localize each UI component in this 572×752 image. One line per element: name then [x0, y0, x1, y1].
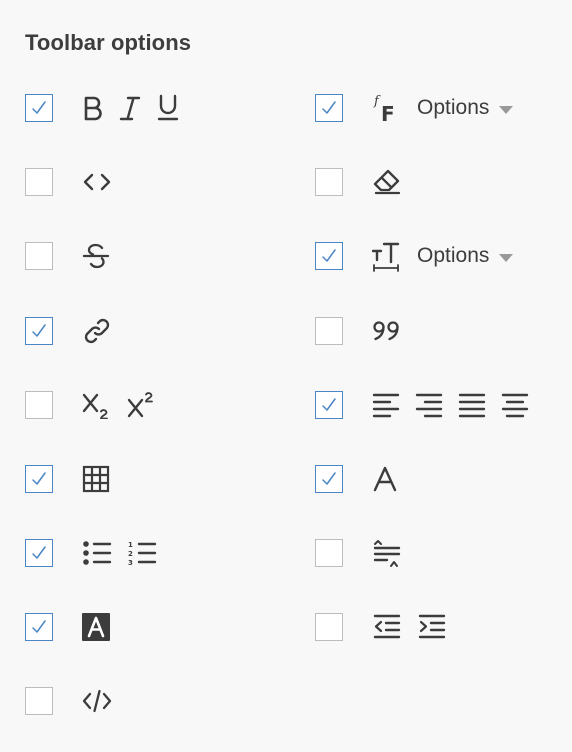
toolbar-options-panel: Toolbar options 1 2 3 f F Options Option…	[0, 0, 572, 752]
svg-text:1: 1	[128, 541, 133, 549]
checkbox-highlight[interactable]	[25, 613, 53, 641]
svg-text:f: f	[373, 94, 381, 109]
chevron-down-icon	[499, 244, 514, 268]
checkmark-icon	[32, 546, 46, 559]
indent-icon	[417, 613, 447, 641]
option-row-clear-format	[315, 167, 417, 197]
option-row-lists: 123	[25, 538, 172, 568]
font-family-options-dropdown[interactable]: Options	[417, 96, 514, 120]
align-center-icon	[501, 392, 529, 418]
italic-icon	[119, 95, 141, 121]
option-row-strikethrough	[25, 241, 125, 271]
checkmark-icon	[322, 472, 336, 485]
link-icon	[82, 316, 112, 346]
bulleted-list-icon	[82, 539, 112, 567]
align-justify-icon	[458, 392, 486, 418]
svg-text:2: 2	[128, 550, 133, 558]
checkmark-icon	[32, 101, 46, 114]
option-row-font-family: fF Options	[315, 93, 514, 123]
panel-title: Toolbar options	[25, 30, 192, 55]
option-row-blockquote	[315, 316, 417, 346]
subscript-icon	[82, 391, 112, 419]
strikethrough-icon	[82, 242, 110, 270]
checkbox-lists[interactable]	[25, 539, 53, 567]
checkmark-icon	[322, 101, 336, 114]
font-size-icon	[372, 240, 400, 272]
checkbox-strikethrough[interactable]	[25, 242, 53, 270]
option-row-sub-superscript	[25, 390, 172, 420]
text-color-icon	[372, 465, 398, 493]
checkbox-blockquote[interactable]	[315, 317, 343, 345]
option-row-code	[25, 167, 127, 197]
checkbox-link[interactable]	[25, 317, 53, 345]
checkbox-font-family[interactable]	[315, 94, 343, 122]
option-row-font-size: Options	[315, 240, 514, 272]
font-family-icon: fF	[372, 93, 400, 123]
checkbox-code[interactable]	[25, 168, 53, 196]
outdent-icon	[372, 613, 402, 641]
checkbox-basic-formatting[interactable]	[25, 94, 53, 122]
code-icon	[82, 171, 112, 193]
chevron-down-icon	[499, 96, 514, 120]
checkbox-text-color[interactable]	[315, 465, 343, 493]
checkmark-icon	[32, 472, 46, 485]
svg-text:3: 3	[128, 559, 133, 567]
checkbox-indentation[interactable]	[315, 613, 343, 641]
checkbox-line-height[interactable]	[315, 539, 343, 567]
option-row-table	[25, 464, 125, 494]
checkbox-clear-format[interactable]	[315, 168, 343, 196]
align-left-icon	[372, 392, 400, 418]
checkbox-sub-superscript[interactable]	[25, 391, 53, 419]
superscript-icon	[127, 391, 157, 419]
checkmark-icon	[32, 620, 46, 633]
font-family-options-label: Options	[417, 96, 490, 119]
option-row-alignment	[315, 390, 544, 420]
table-icon	[82, 465, 110, 493]
checkbox-alignment[interactable]	[315, 391, 343, 419]
quote-icon	[372, 318, 402, 344]
source-code-icon	[82, 688, 112, 714]
line-height-icon	[372, 538, 402, 568]
svg-text:F: F	[381, 102, 395, 123]
option-row-text-color	[315, 464, 413, 494]
option-row-indentation	[315, 612, 462, 642]
checkmark-icon	[322, 398, 336, 411]
numbered-list-icon: 123	[127, 539, 157, 567]
option-row-highlight	[25, 612, 125, 642]
option-row-source-code	[25, 686, 127, 716]
checkmark-icon	[32, 324, 46, 337]
checkbox-font-size[interactable]	[315, 242, 343, 270]
underline-icon	[156, 94, 180, 122]
option-row-link	[25, 316, 127, 346]
option-row-basic-formatting	[25, 93, 195, 123]
checkbox-source-code[interactable]	[25, 687, 53, 715]
checkbox-table[interactable]	[25, 465, 53, 493]
option-row-line-height	[315, 538, 417, 568]
font-size-options-dropdown[interactable]: Options	[417, 244, 514, 268]
bold-icon	[82, 95, 104, 121]
font-size-options-label: Options	[417, 244, 490, 267]
eraser-icon	[372, 168, 402, 196]
checkmark-icon	[322, 249, 336, 262]
background-color-icon	[82, 613, 110, 641]
align-right-icon	[415, 392, 443, 418]
